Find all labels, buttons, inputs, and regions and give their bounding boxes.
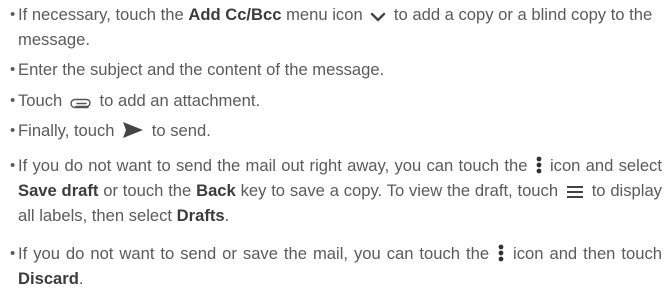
bold-term: Save draft [18,181,99,200]
list-item: • Enter the subject and the content of t… [10,59,662,81]
list-item: • Touch to add an attachment. [10,90,662,115]
bullet: • [10,61,16,78]
chevron-down-icon [370,7,386,29]
bullet: • [10,245,16,262]
list-item: • Finally, touch to send. [10,120,662,145]
send-arrow-icon [122,121,144,145]
bold-term: Discard [18,269,79,288]
list-item-text: Touch to add an attachment. [18,90,662,115]
list-item: • If you do not want to send or save the… [10,243,662,290]
menu-lines-icon [566,183,584,205]
bullet: • [10,122,16,139]
bold-term: Add Cc/Bcc [188,5,282,24]
list-item-text: If necessary, touch the Add Cc/Bcc menu … [18,5,653,49]
list-item-text: If you do not want to send the mail out … [18,156,662,225]
bullet: • [10,157,16,174]
list-item: • If you do not want to send the mail ou… [10,155,662,227]
more-vertical-icon [498,244,504,268]
bullet: • [10,6,16,23]
instruction-list: • If necessary, touch the Add Cc/Bcc men… [0,0,668,297]
list-item-text: Enter the subject and the content of the… [18,60,385,79]
list-item-text: If you do not want to send or save the m… [18,244,662,288]
list-item-text: Finally, touch to send. [18,120,662,145]
list-item: • If necessary, touch the Add Cc/Bcc men… [10,4,662,51]
more-vertical-icon [536,156,542,180]
bold-term: Drafts [176,206,225,225]
bullet: • [10,92,16,109]
bold-term: Back [196,181,236,200]
paperclip-icon [70,93,92,115]
